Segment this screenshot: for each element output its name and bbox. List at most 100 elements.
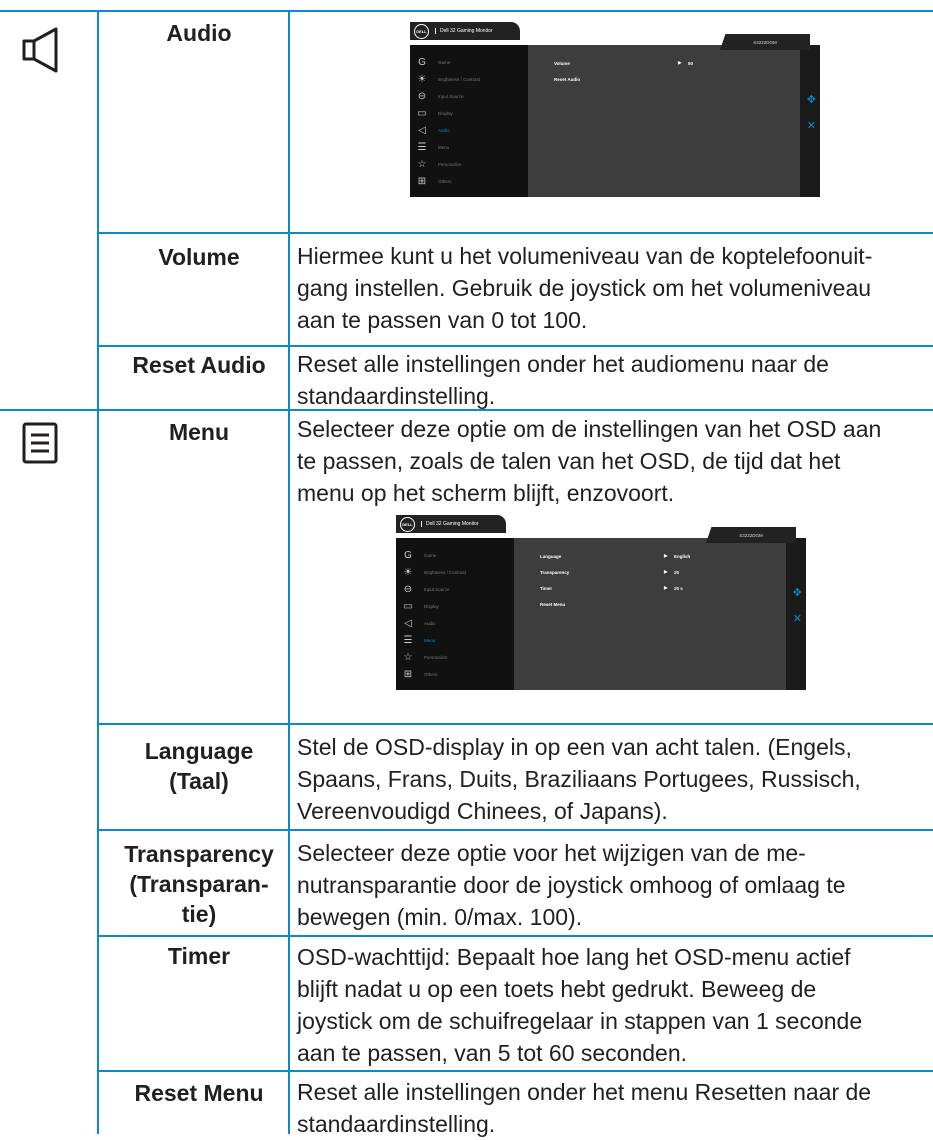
desc-line: nutransparantie door de joystick omhoog … (297, 872, 846, 898)
osd-menu-item[interactable]: ⊞ Others (402, 667, 438, 681)
osd-menu-label: Game (438, 59, 451, 65)
osd-nav-strip: ✥ ✕ (800, 45, 820, 197)
osd-setting-row[interactable]: Timer ▶ 20 s (540, 582, 683, 594)
close-icon: ✕ (806, 120, 816, 132)
name-line: Reset Menu (134, 1080, 264, 1106)
brightness-icon: ☀ (403, 566, 413, 578)
osd-sidebar: G Game ☀ Brightness / Contrast ⊖ Input Source… (410, 45, 528, 197)
osd-setting-value: 20 (674, 569, 680, 575)
row-rule (97, 935, 933, 937)
name-line: Transparency (124, 841, 274, 867)
input-source-icon: ⊖ (417, 90, 427, 102)
setting-desc-menu: Selecteer deze optie om de instellingen … (297, 413, 927, 509)
osd-model-label: S3222DGM (706, 527, 796, 543)
osd-menu-label: Input Source (438, 93, 464, 99)
osd-setting-row[interactable]: Language ▶ English (540, 550, 690, 562)
setting-name-reset-menu: Reset Menu (110, 1078, 288, 1108)
osd-menu-label: Menu (438, 144, 450, 150)
osd-menu-item[interactable]: ▭ Display (416, 106, 453, 120)
osd-setting-label: Reset Menu (540, 601, 566, 607)
osd-sidebar: G Game ☀ Brightness / Contrast ⊖ Input Source… (396, 538, 514, 690)
osd-menu-item[interactable]: ▭ Display (402, 599, 439, 613)
chevron-right-icon: ▶ (678, 60, 682, 65)
osd-menu-item[interactable]: ☀ Brightness / Contrast (402, 565, 467, 579)
osd-menu-label: Display (438, 110, 453, 116)
osd-setting-value: 50 (688, 60, 694, 66)
osd-title-bar: DELL Dell 32 Gaming Monitor (396, 515, 506, 533)
osd-setting-row[interactable]: Transparency ▶ 20 (540, 566, 679, 578)
dell-logo: DELL (414, 23, 429, 39)
osd-menu-item[interactable]: ◁ Audio (416, 123, 450, 137)
setting-desc-timer: OSD-wachttijd: Bepaalt hoe lang het OSD-… (297, 941, 927, 1069)
osd-menu-label: Game (424, 552, 437, 558)
desc-line: Vereenvoudigd Chinees, of Japans). (297, 798, 668, 824)
display-icon: ▭ (417, 107, 427, 119)
setting-name-menu: Menu (168, 419, 230, 445)
setting-desc-reset-audio: Reset alle instellingen onder het audiom… (297, 348, 927, 412)
joystick-icon: ✥ (792, 587, 802, 599)
table-col-rule-1 (97, 10, 99, 1134)
row-rule (97, 829, 933, 831)
star-icon: ☆ (403, 651, 413, 663)
osd-menu-item[interactable]: ☆ Personalize (402, 650, 448, 664)
osd-title-bar: DELL Dell 32 Gaming Monitor (410, 22, 520, 40)
osd-menu-label: Audio (424, 620, 436, 626)
name-line: (Transparan- (129, 871, 269, 897)
osd-main-panel: ✥ ✕ Volume ▶ 50 Reset Audio (528, 45, 820, 197)
osd-menu-item[interactable]: ⊞ Others (416, 174, 452, 188)
close-icon: ✕ (792, 613, 802, 625)
speaker-icon: ◁ (404, 617, 412, 629)
chevron-right-icon: ▶ (664, 585, 668, 590)
brightness-icon: ☀ (417, 73, 427, 85)
setting-desc-volume: Hiermee kunt u het volumeniveau van de k… (297, 240, 927, 336)
setting-desc-reset-menu: Reset alle instellingen onder het menu R… (297, 1076, 927, 1140)
desc-line: menu op het scherm blijft, enzovoort. (297, 480, 675, 506)
desc-line: Stel de OSD-display in op een van acht t… (297, 734, 852, 760)
osd-title: Dell 32 Gaming Monitor (435, 28, 493, 34)
osd-setting-value: English (674, 553, 691, 559)
osd-setting-row[interactable]: Volume ▶ 50 (554, 57, 693, 69)
osd-setting-row[interactable]: Reset Menu (540, 598, 565, 610)
osd-menu-item[interactable]: G Game (416, 55, 450, 69)
osd-menu-item[interactable]: ☆ Personalize (416, 157, 462, 171)
row-rule (97, 232, 933, 234)
osd-menu-item[interactable]: ◁ Audio (402, 616, 436, 630)
star-icon: ☆ (417, 158, 427, 170)
setting-name-reset-audio: Reset Audio (132, 352, 266, 378)
osd-setting-row[interactable]: Reset Audio (554, 73, 580, 85)
row-rule (97, 345, 933, 347)
osd-menu-item[interactable]: ☰ Menu (402, 633, 436, 647)
row-rule (97, 1070, 933, 1072)
name-line: Language (144, 738, 254, 764)
setting-desc-transparency: Selecteer deze optie voor het wijzigen v… (297, 837, 927, 933)
row-rule (97, 723, 933, 725)
setting-name-audio: Audio (166, 20, 232, 46)
osd-menu-item[interactable]: ☀ Brightness / Contrast (416, 72, 481, 86)
desc-line: Spaans, Frans, Duits, Braziliaans Portug… (297, 766, 861, 792)
dell-logo: DELL (400, 516, 415, 532)
desc-line: Selecteer deze optie voor het wijzigen v… (297, 840, 806, 866)
osd-menu-item[interactable]: ⊖ Input Source (402, 582, 450, 596)
osd-model-label: S3222DGM (720, 34, 810, 50)
setting-desc-language: Stel de OSD-display in op een van acht t… (297, 731, 927, 827)
others-icon: ⊞ (403, 668, 413, 680)
osd-setting-value: 20 s (674, 585, 683, 591)
osd-menu-label: Others (438, 178, 452, 184)
menu-icon: ☰ (417, 141, 427, 153)
speaker-icon: ◁ (418, 124, 426, 136)
setting-name-transparency: Transparency (Transparan- tie) (110, 839, 288, 929)
osd-menu-item[interactable]: ⊖ Input Source (416, 89, 464, 103)
desc-line: Reset alle instellingen onder het audiom… (297, 351, 829, 377)
menu-icon: ☰ (403, 634, 413, 646)
osd-menu-item[interactable]: ☰ Menu (416, 140, 450, 154)
desc-line: te passen, zoals de talen van het OSD, d… (297, 448, 841, 474)
chevron-right-icon: ▶ (664, 569, 668, 574)
osd-menu-label: Audio (438, 127, 450, 133)
osd-setting-label: Language (540, 553, 562, 559)
desc-line: standaardinstelling. (297, 1111, 496, 1137)
name-line: Timer (167, 943, 231, 969)
desc-line: bewegen (min. 0/max. 100). (297, 904, 583, 930)
osd-menu-label: Personalize (424, 654, 448, 660)
osd-menu-item[interactable]: G Game (402, 548, 436, 562)
osd-setting-label: Transparency (540, 569, 570, 575)
